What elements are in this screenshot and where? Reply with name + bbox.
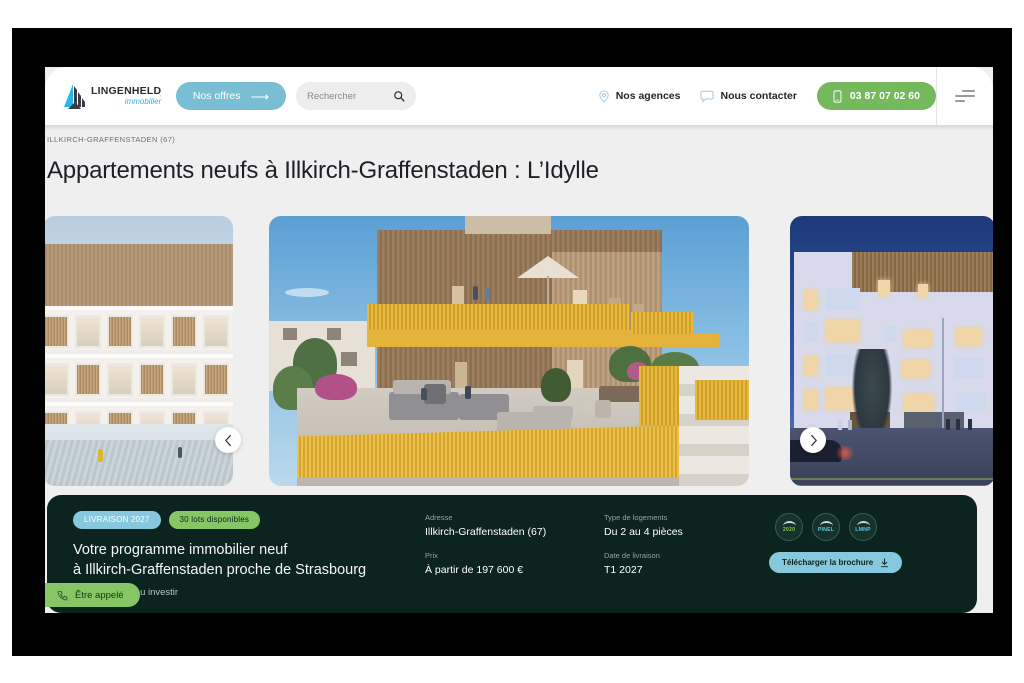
- nav-item-contact[interactable]: Nous contacter: [700, 90, 797, 103]
- field-delivery-date: Date de livraison T1 2027: [604, 551, 774, 576]
- search-placeholder: Rechercher: [307, 90, 357, 102]
- brand-name: LINGENHELD: [91, 85, 162, 98]
- nav-item-agencies[interactable]: Nos agences: [598, 90, 681, 103]
- site-header: LINGENHELD immobilier Nos offres ⟶ Reche…: [45, 67, 993, 125]
- re2020-badge[interactable]: 2020: [775, 513, 803, 541]
- chevron-right-icon: [810, 434, 817, 446]
- field-delivery-date-label: Date de livraison: [604, 551, 660, 560]
- download-icon: [881, 557, 889, 567]
- search-input[interactable]: Rechercher: [296, 82, 416, 110]
- menu-button[interactable]: [936, 67, 993, 125]
- nav-offers-button[interactable]: Nos offres ⟶: [176, 82, 286, 110]
- nav-offers-label: Nos offres: [192, 90, 241, 102]
- house-roof-icon: [819, 521, 833, 526]
- brand-logo[interactable]: LINGENHELD immobilier: [62, 83, 162, 110]
- carousel-slide-rooftop-terrace[interactable]: [269, 216, 749, 486]
- carousel-prev-button[interactable]: [215, 427, 241, 453]
- field-address-label: Adresse: [425, 513, 453, 522]
- house-roof-icon: [856, 521, 870, 526]
- field-housing-type-label: Type de logements: [604, 513, 668, 522]
- field-price: Prix À partir de 197 600 €: [425, 551, 595, 576]
- field-address: Adresse Illkirch-Graffenstaden (67): [425, 513, 595, 538]
- field-price-label: Prix: [425, 551, 438, 560]
- arrow-right-icon: ⟶: [250, 88, 270, 104]
- page-title: Appartements neufs à Illkirch-Graffensta…: [47, 157, 599, 184]
- nav-phone-button[interactable]: 03 87 07 02 60: [816, 82, 936, 110]
- chevron-left-icon: [224, 434, 231, 446]
- program-headline: Votre programme immobilier neuf à Illkir…: [73, 542, 367, 578]
- field-housing-type-value: Du 2 au 4 pièces: [604, 526, 683, 538]
- lingenheld-logo-icon: [64, 83, 85, 109]
- pinel-badge-label: PINEL: [817, 527, 835, 533]
- download-brochure-button[interactable]: Télécharger la brochure: [769, 552, 903, 573]
- lmnp-badge-label: LMNP: [855, 527, 871, 533]
- brand-tagline: immobilier: [124, 96, 162, 106]
- carousel-next-button[interactable]: [800, 427, 826, 453]
- program-field-column-b: Type de logements Du 2 au 4 pièces Date …: [604, 513, 774, 576]
- search-icon[interactable]: [393, 90, 405, 102]
- lots-available-tag: 30 lots disponibles: [168, 511, 261, 529]
- mobile-phone-icon: [833, 89, 842, 103]
- breadcrumb[interactable]: ILLKIRCH-GRAFFENSTADEN (67): [47, 135, 175, 144]
- field-delivery-date-value: T1 2027: [604, 564, 643, 576]
- hamburger-menu-icon[interactable]: [955, 87, 975, 106]
- program-summary-panel: LIVRAISON 2027 30 lots disponibles Votre…: [47, 495, 977, 613]
- program-tags: LIVRAISON 2027 30 lots disponibles: [73, 511, 366, 529]
- header-right-group: Nos agences Nous contacter 03 87 07 02 6…: [598, 67, 993, 125]
- re2020-badge-label: 2020: [782, 527, 796, 533]
- nav-agencies-label: Nos agences: [615, 90, 681, 102]
- device-frame: LINGENHELD immobilier Nos offres ⟶ Reche…: [12, 28, 1012, 656]
- request-callback-label: Être appelé: [75, 589, 124, 601]
- pinel-badge[interactable]: PINEL: [812, 513, 840, 541]
- request-callback-button[interactable]: Être appelé: [45, 583, 140, 607]
- delivery-tag: LIVRAISON 2027: [73, 511, 161, 529]
- phone-callback-icon: [57, 590, 68, 600]
- chat-bubble-icon: [700, 90, 715, 102]
- nav-phone-label: 03 87 07 02 60: [849, 90, 920, 102]
- field-housing-type: Type de logements Du 2 au 4 pièces: [604, 513, 774, 538]
- map-pin-icon: [599, 90, 609, 102]
- field-address-value: Illkirch-Graffenstaden (67): [425, 526, 547, 538]
- header-underline: [45, 125, 993, 131]
- house-roof-icon: [782, 521, 796, 526]
- certification-badges: 2020 PINEL LMNP: [775, 513, 877, 541]
- nav-contact-label: Nous contacter: [720, 90, 797, 102]
- field-price-value: À partir de 197 600 €: [425, 564, 524, 576]
- download-brochure-label: Télécharger la brochure: [782, 558, 874, 567]
- lmnp-badge[interactable]: LMNP: [849, 513, 877, 541]
- logo-swoosh-icon: [159, 94, 162, 98]
- browser-viewport: LINGENHELD immobilier Nos offres ⟶ Reche…: [45, 67, 993, 613]
- image-carousel: [45, 216, 993, 486]
- program-field-column-a: Adresse Illkirch-Graffenstaden (67) Prix…: [425, 513, 595, 576]
- carousel-slide-facade-winter[interactable]: [45, 216, 233, 486]
